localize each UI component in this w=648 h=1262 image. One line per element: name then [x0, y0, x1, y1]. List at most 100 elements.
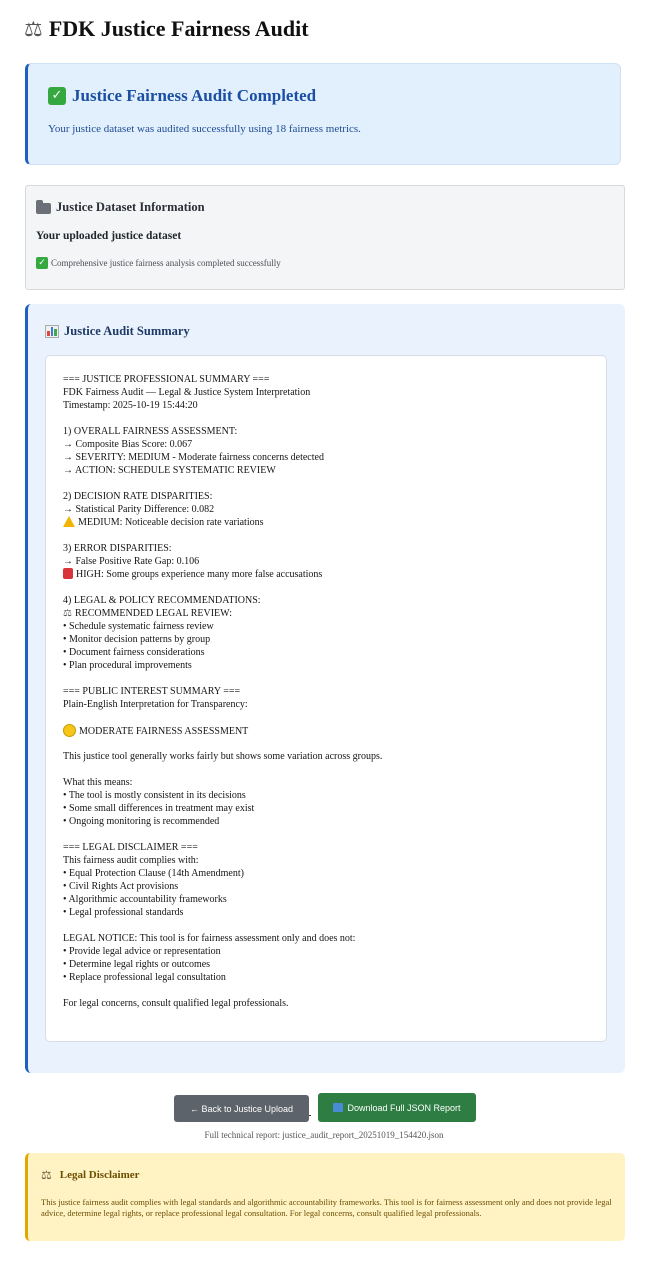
- summary-line: → SEVERITY: MEDIUM - Moderate fairness c…: [63, 451, 593, 464]
- summary-line: Timestamp: 2025-10-19 15:44:20: [63, 399, 593, 412]
- success-message: Your justice dataset was audited success…: [48, 123, 361, 135]
- summary-line-text: • Legal professional standards: [63, 907, 184, 918]
- summary-line-text: What this means:: [63, 777, 133, 788]
- summary-line: • Some small differences in treatment ma…: [63, 802, 593, 815]
- summary-line-text: MEDIUM: Noticeable decision rate variati…: [78, 517, 264, 528]
- dataset-status: ✓ Comprehensive justice fairness analysi…: [36, 257, 281, 269]
- summary-blank-line: [63, 529, 593, 542]
- summary-line: • Monitor decision patterns by group: [63, 633, 593, 646]
- summary-line: LEGAL NOTICE: This tool is for fairness …: [63, 932, 593, 945]
- summary-line-text: 4) LEGAL & POLICY RECOMMENDATIONS:: [63, 595, 261, 606]
- dataset-info-title-text: Justice Dataset Information: [56, 200, 205, 214]
- summary-text-card: === JUSTICE PROFESSIONAL SUMMARY === FDK …: [45, 355, 607, 1042]
- summary-line-text: • Ongoing monitoring is recommended: [63, 816, 220, 827]
- summary-text: === JUSTICE PROFESSIONAL SUMMARY === FDK …: [63, 373, 593, 1010]
- summary-blank-line: [63, 412, 593, 425]
- summary-line-text: • Civil Rights Act provisions: [63, 881, 179, 892]
- disclaimer-title-text: Legal Disclaimer: [59, 1169, 140, 1181]
- summary-line-text: MODERATE FAIRNESS ASSESSMENT: [79, 726, 249, 737]
- summary-line-text: • Plan procedural improvements: [63, 660, 192, 671]
- alert-icon: [63, 568, 73, 579]
- disclaimer-text: This justice fairness audit complies wit…: [41, 1197, 612, 1218]
- audit-summary-panel: Justice Audit Summary === JUSTICE PROFES…: [25, 304, 625, 1073]
- bar-chart-icon: [45, 325, 59, 338]
- summary-line: 3) ERROR DISPARITIES:: [63, 542, 593, 555]
- summary-line-text: LEGAL NOTICE: This tool is for fairness …: [63, 933, 356, 944]
- summary-line-text: For legal concerns, consult qualified le…: [63, 998, 289, 1009]
- folder-icon: [36, 200, 51, 214]
- summary-line-text: 3) ERROR DISPARITIES:: [63, 543, 172, 554]
- summary-line-text: FDK Fairness Audit — Legal & Justice Sys…: [63, 387, 311, 398]
- check-icon: ✓: [36, 257, 48, 269]
- dataset-info-subtitle: Your uploaded justice dataset: [36, 230, 182, 242]
- summary-line: → Statistical Parity Difference: 0.082: [63, 503, 593, 516]
- summary-line-text: • Determine legal rights or outcomes: [63, 959, 211, 970]
- summary-line-text: Timestamp: 2025-10-19 15:44:20: [63, 400, 198, 411]
- summary-line: ⚖ RECOMMENDED LEGAL REVIEW:: [63, 607, 593, 620]
- download-json-report-button[interactable]: Download Full JSON Report: [318, 1093, 476, 1122]
- summary-blank-line: [63, 581, 593, 594]
- summary-line: • Provide legal advice or representation: [63, 945, 593, 958]
- summary-blank-line: [63, 984, 593, 997]
- summary-line: • Ongoing monitoring is recommended: [63, 815, 593, 828]
- summary-blank-line: [63, 763, 593, 776]
- summary-line: → ACTION: SCHEDULE SYSTEMATIC REVIEW: [63, 464, 593, 477]
- summary-line: • Determine legal rights or outcomes: [63, 958, 593, 971]
- scale-icon: ⚖: [24, 17, 43, 41]
- summary-line: 4) LEGAL & POLICY RECOMMENDATIONS:: [63, 594, 593, 607]
- summary-line: → Composite Bias Score: 0.067: [63, 438, 593, 451]
- summary-line-text: • Monitor decision patterns by group: [63, 634, 211, 645]
- summary-line-text: HIGH: Some groups experience many more f…: [76, 569, 323, 580]
- summary-line: • Document fairness considerations: [63, 646, 593, 659]
- summary-blank-line: [63, 672, 593, 685]
- summary-line-text: • Document fairness considerations: [63, 647, 205, 658]
- summary-line: • The tool is mostly consistent in its d…: [63, 789, 593, 802]
- dataset-info-title: Justice Dataset Information: [36, 200, 205, 215]
- summary-line: • Civil Rights Act provisions: [63, 880, 593, 893]
- warning-icon: [63, 516, 75, 527]
- scale-icon: ⚖: [63, 608, 72, 619]
- summary-line: === JUSTICE PROFESSIONAL SUMMARY ===: [63, 373, 593, 386]
- back-to-upload-button[interactable]: ← Back to Justice Upload: [174, 1095, 309, 1122]
- summary-line-text: • Provide legal advice or representation: [63, 946, 221, 957]
- audit-summary-title: Justice Audit Summary: [45, 324, 190, 339]
- dataset-status-text: Comprehensive justice fairness analysis …: [51, 258, 281, 268]
- disclaimer-title: ⚖ Legal Disclaimer: [41, 1168, 140, 1182]
- summary-blank-line: [63, 828, 593, 841]
- summary-line-text: === JUSTICE PROFESSIONAL SUMMARY ===: [63, 374, 270, 385]
- audit-summary-title-text: Justice Audit Summary: [64, 324, 190, 338]
- summary-line-text: • Equal Protection Clause (14th Amendmen…: [63, 868, 244, 879]
- summary-line-text: → Statistical Parity Difference: 0.082: [63, 504, 215, 515]
- report-filename-note: Full technical report: justice_audit_rep…: [204, 1130, 444, 1140]
- summary-line: === PUBLIC INTEREST SUMMARY ===: [63, 685, 593, 698]
- summary-line-text: Plain-English Interpretation for Transpa…: [63, 699, 248, 710]
- summary-blank-line: [63, 919, 593, 932]
- summary-line: 1) OVERALL FAIRNESS ASSESSMENT:: [63, 425, 593, 438]
- summary-line: 2) DECISION RATE DISPARITIES:: [63, 490, 593, 503]
- summary-line: • Legal professional standards: [63, 906, 593, 919]
- summary-line: • Replace professional legal consultatio…: [63, 971, 593, 984]
- summary-line: → False Positive Rate Gap: 0.106: [63, 555, 593, 568]
- summary-line-text: → ACTION: SCHEDULE SYSTEMATIC REVIEW: [63, 465, 276, 476]
- summary-line: Plain-English Interpretation for Transpa…: [63, 698, 593, 711]
- summary-line-text: This fairness audit complies with:: [63, 855, 199, 866]
- divider: [309, 1115, 311, 1116]
- summary-blank-line: [63, 711, 593, 724]
- summary-line-text: === PUBLIC INTEREST SUMMARY ===: [63, 686, 241, 697]
- summary-line: What this means:: [63, 776, 593, 789]
- summary-line: For legal concerns, consult qualified le…: [63, 997, 593, 1010]
- summary-line: HIGH: Some groups experience many more f…: [63, 568, 593, 581]
- summary-line: • Plan procedural improvements: [63, 659, 593, 672]
- summary-line-text: • Replace professional legal consultatio…: [63, 972, 226, 983]
- summary-line-text: → Composite Bias Score: 0.067: [63, 439, 193, 450]
- yellow-circle-icon: [63, 724, 76, 737]
- summary-line-text: • Some small differences in treatment ma…: [63, 803, 255, 814]
- summary-line: • Schedule systematic fairness review: [63, 620, 593, 633]
- scale-icon: ⚖: [41, 1168, 52, 1182]
- legal-disclaimer-panel: ⚖ Legal Disclaimer This justice fairness…: [25, 1153, 625, 1241]
- success-title: ✓ Justice Fairness Audit Completed: [48, 86, 316, 106]
- summary-line: === LEGAL DISCLAIMER ===: [63, 841, 593, 854]
- summary-line: • Equal Protection Clause (14th Amendmen…: [63, 867, 593, 880]
- summary-line: This justice tool generally works fairly…: [63, 750, 593, 763]
- summary-line-text: • Algorithmic accountability frameworks: [63, 894, 227, 905]
